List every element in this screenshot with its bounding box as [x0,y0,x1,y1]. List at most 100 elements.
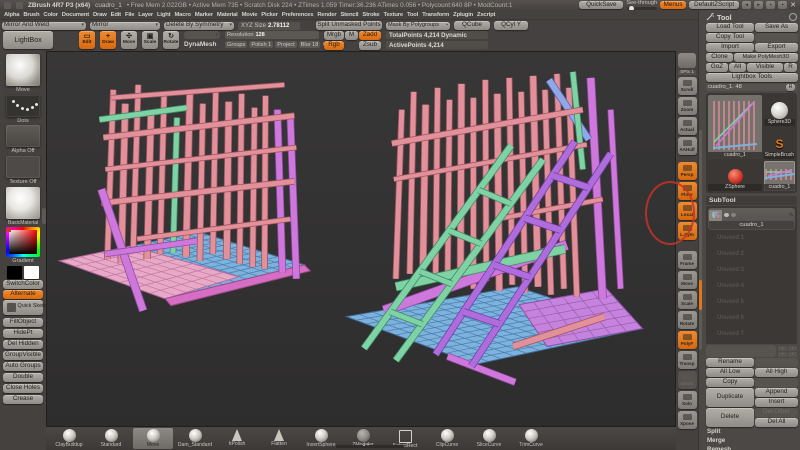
strip-persp-button[interactable]: Persp [678,162,697,180]
menu-texture[interactable]: Texture [384,12,403,18]
subpalette-split[interactable]: Split [706,427,797,436]
mirror-and-weld-button[interactable]: Mirror And Weld▾ [2,22,86,30]
slider-r-button[interactable]: R [786,84,795,91]
duplicate-button[interactable]: Duplicate [706,388,754,407]
blur-slider[interactable]: Blur 18 [299,41,321,48]
menu-document[interactable]: Document [62,12,89,18]
shelf-action-fillobject[interactable]: FillObject [3,318,43,327]
tray-brush-standard[interactable]: Standard [91,428,131,449]
switchcolor-button[interactable]: SwitchColor [3,280,43,289]
shelf-action-close-holes[interactable]: Close Holes [3,384,43,393]
import-button[interactable]: Import [706,43,754,52]
tray-brush-move[interactable]: Move [133,428,173,449]
current-texture-thumbnail[interactable] [6,156,40,178]
append-button[interactable]: Append [755,388,798,397]
current-tool-thumbnail[interactable]: cuadro_1 [708,95,762,159]
menu-stencil[interactable]: Stencil [340,12,358,18]
all-low-button[interactable]: All Low [706,368,754,377]
secondary-color-swatch[interactable] [24,266,39,279]
delete-by-symmetry-button[interactable]: Delete By Symmetry▾ [164,22,234,30]
current-alpha-thumbnail[interactable] [6,125,40,147]
strip-frame-button[interactable]: Frame [678,251,697,269]
menu-layer[interactable]: Layer [138,12,153,18]
copy-subtool-button[interactable]: Copy [706,378,754,387]
subtool-down-down-icon[interactable]: ▼ [788,352,797,357]
zsphere-tool[interactable]: ZSphere [708,161,762,191]
make-polymesh3d-button[interactable]: Make PolyMesh3D [734,53,798,62]
sphere3d-tool[interactable]: Sphere3D [764,95,795,126]
shelf-action-crease[interactable]: Crease [3,395,43,404]
subpalette-merge[interactable]: Merge [706,436,797,445]
selected-tool-thumbnail[interactable]: cuadro_1 [764,161,795,191]
paste-tool-button[interactable] [755,33,798,42]
menu-zscript[interactable]: Zscript [477,12,495,18]
zadd-toggle[interactable]: Zadd [359,31,381,40]
strip-polyf-button[interactable]: PolyF [678,331,697,349]
menu-transform[interactable]: Transform [422,12,449,18]
eye-icon[interactable] [724,213,729,217]
menu-tool[interactable]: Tool [407,12,418,18]
strip-transp-button[interactable]: Transp [678,351,697,369]
subtool-down-icon[interactable]: ▼ [778,352,787,357]
zscript-prev-icon[interactable]: ◂ [742,1,751,9]
m-toggle[interactable]: M [345,31,358,40]
alternate-button[interactable]: Alternate [3,290,43,299]
qcyl-button[interactable]: QCyl Y [494,21,528,30]
tray-brush-slicecurve[interactable]: SliceCurve [469,428,509,449]
menu-picker[interactable]: Picker [261,12,278,18]
tray-scrollbar[interactable]: ▲▼ [336,445,404,448]
pin-palette-icon[interactable] [789,13,797,21]
goz-r-button[interactable]: R [784,63,797,72]
menu-edit[interactable]: Edit [111,12,121,18]
shelf-action-groupvisible[interactable]: GroupVisible [3,351,43,360]
pencil-icon[interactable]: ✎ [789,212,794,219]
delete-button[interactable]: Delete [706,408,754,427]
strip-actual-button[interactable]: Actual [678,117,697,135]
subtool-slot[interactable]: Unused 5 [708,294,795,310]
active-tool-slider[interactable]: cuadro_1. 48 R [706,83,797,91]
subpalette-remesh[interactable]: Remesh [706,445,797,450]
subtool-slot[interactable]: Unused 4 [708,278,795,294]
help-icon[interactable]: ▪ [778,1,787,9]
see-through-slider[interactable]: See-through [626,0,657,10]
tray-divider-handle[interactable] [42,208,46,224]
tray-brush-trimcurve[interactable]: TrimCurve [511,428,551,449]
tutorial-icon[interactable]: ▪ [766,1,775,9]
subtool-active-item[interactable]: ✎ cuadro_1 [708,208,795,230]
groups-toggle[interactable]: Groups [225,41,247,48]
menu-movie[interactable]: Movie [242,12,258,18]
paste-subtool-button[interactable] [755,378,798,387]
copy-tool-button[interactable]: Copy Tool [706,33,754,42]
menus-toggle-button[interactable]: Menus [660,1,686,9]
menu-color[interactable]: Color [43,12,57,18]
zscript-play-icon[interactable]: ▸ [754,1,763,9]
strip-move-button[interactable]: Move [678,271,697,289]
draw-toggle[interactable]: +Draw [100,31,116,49]
menu-brush[interactable]: Brush [23,12,39,18]
strip-aahalf-button[interactable]: AAHalf [678,137,697,155]
menu-stroke[interactable]: Stroke [362,12,379,18]
subtool-slot[interactable]: Unused 6 [708,310,795,326]
color-picker[interactable] [6,227,40,257]
tray-brush-dam_standard[interactable]: Dam_Standard [175,428,215,449]
rename-extra-button[interactable] [755,358,798,367]
menu-material[interactable]: Material [217,12,238,18]
interactive-light-thumbnail[interactable] [678,53,696,68]
mrgb-toggle[interactable]: Mrgb [324,31,344,40]
strip-scroll-button[interactable]: Scroll [678,77,697,95]
menu-light[interactable]: Light [157,12,170,18]
rename-button[interactable]: Rename [706,358,754,367]
zsub-toggle[interactable]: Zsub [359,41,381,50]
menu-draw[interactable]: Draw [93,12,107,18]
project-toggle[interactable]: Project [275,41,296,48]
tray-brush-clipcurve[interactable]: ClipCurve [427,428,467,449]
strip-zoom-button[interactable]: Zoom [678,97,697,115]
move-toggle[interactable]: ✣Move [121,31,137,49]
mirror-button[interactable]: Mirror▾ [90,22,160,30]
strip-scale-button[interactable]: Scale [678,291,697,309]
menu-render[interactable]: Render [317,12,336,18]
shelf-action-double[interactable]: Double [3,373,43,382]
qcube-button[interactable]: QCube [454,21,490,30]
main-color-swatch[interactable] [7,266,22,279]
tray-brush-flatten[interactable]: Flatten [259,428,299,449]
